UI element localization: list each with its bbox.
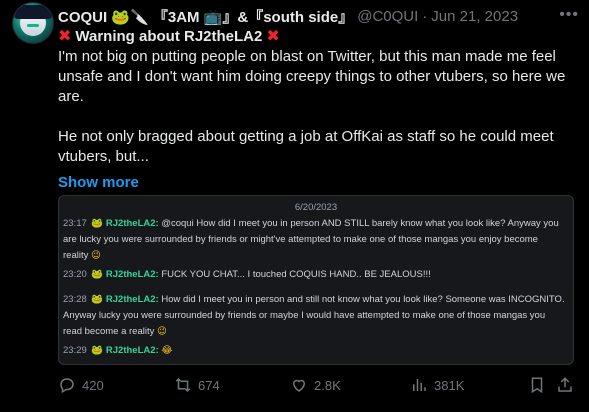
chat-username: RJ2theLA2:: [105, 218, 159, 229]
like-icon: [292, 379, 306, 392]
wink-emoji: 😉: [90, 250, 101, 261]
tweet-header: COQUI 🐸🔪 『3AM 📺』&『south side』 @C0QUI · J…: [58, 6, 579, 26]
tweet-paragraph: I'm not big on putting people on blast o…: [58, 48, 566, 105]
views-count: 381K: [434, 377, 465, 393]
repost-count: 674: [198, 377, 220, 393]
more-icon[interactable]: •••: [559, 6, 579, 24]
chat-time: 23:28: [63, 294, 87, 305]
frog-icon: 🐸: [91, 294, 104, 305]
user-handle[interactable]: @C0QUI: [357, 8, 418, 25]
x-mark-icon: ✖: [58, 28, 72, 45]
chat-message: 23:29 🐸 RJ2theLA2: 😂: [63, 343, 565, 359]
views-button[interactable]: 381K: [410, 376, 464, 394]
separator-dot: ·: [422, 7, 428, 25]
avatar-image: [14, 5, 52, 36]
x-mark-icon: ✖: [266, 28, 280, 45]
display-name[interactable]: COQUI 🐸🔪 『3AM 📺』&『south side』: [58, 6, 353, 27]
chat-screenshot-image[interactable]: 6/20/2023 23:17 🐸 RJ2theLA2: @coqui How …: [58, 195, 574, 365]
tweet-text: ✖ Warning about RJ2theLA2 ✖ I'm not big …: [58, 27, 573, 193]
tweet-title-text: Warning about RJ2theLA2: [75, 28, 263, 45]
chat-username: RJ2theLA2:: [105, 269, 159, 280]
laughing-emoji: 😂: [161, 345, 173, 356]
chat-message: 23:17 🐸 RJ2theLA2: @coqui How did I meet…: [63, 216, 565, 264]
frog-icon: 🐸: [91, 345, 104, 356]
frog-icon: 🐸: [91, 269, 104, 280]
reply-button[interactable]: 420: [58, 376, 104, 394]
chat-message: 23:28 🐸 RJ2theLA2: How did I meet you in…: [63, 292, 565, 340]
action-bar: 420 674 2.8K 381K: [58, 376, 574, 396]
wink-emoji: 😉: [157, 326, 167, 337]
avatar[interactable]: [12, 2, 54, 44]
chat-date: 6/20/2023: [294, 202, 338, 213]
like-button[interactable]: 2.8K: [290, 376, 341, 394]
share-button[interactable]: [556, 376, 574, 394]
bookmark-button[interactable]: [528, 376, 546, 394]
chat-text: FUCK YOU CHAT... I touched COQUIS HAND..…: [161, 269, 431, 280]
bookmark-icon: [531, 377, 543, 394]
tweet-paragraph: He not only bragged about getting a job …: [58, 128, 554, 165]
chat-time: 23:17: [63, 218, 87, 229]
chat-time: 23:29: [63, 345, 87, 356]
tweet-title: ✖ Warning about RJ2theLA2 ✖: [58, 27, 573, 47]
share-icon: [558, 377, 572, 392]
chat-username: RJ2theLA2:: [105, 294, 159, 305]
chat-username: RJ2theLA2:: [105, 345, 159, 356]
like-count: 2.8K: [314, 377, 341, 393]
tweet-date[interactable]: Jun 21, 2023: [431, 8, 518, 25]
frog-icon: 🐸: [91, 218, 104, 229]
repost-button[interactable]: 674: [174, 376, 220, 394]
reply-count: 420: [82, 377, 104, 393]
views-icon: [413, 379, 426, 391]
show-more-link[interactable]: Show more: [58, 173, 139, 193]
chat-time: 23:20: [63, 269, 87, 280]
chat-message: 23:20 🐸 RJ2theLA2: FUCK YOU CHAT... I to…: [63, 267, 565, 283]
reply-icon: [60, 378, 74, 394]
repost-icon: [175, 377, 191, 393]
